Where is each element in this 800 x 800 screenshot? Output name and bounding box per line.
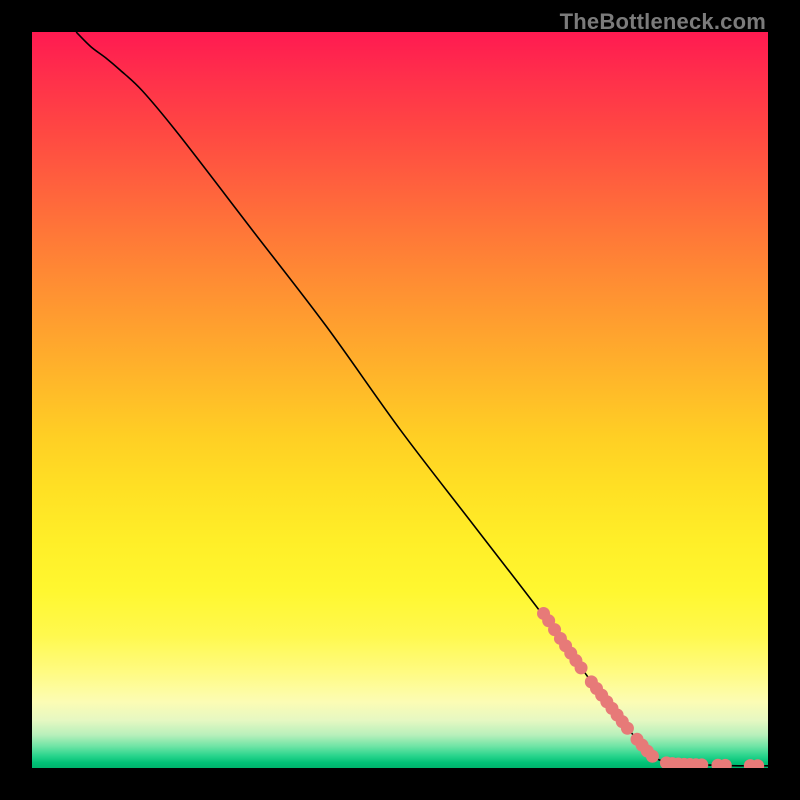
data-markers <box>537 607 764 768</box>
plot-area <box>32 32 768 768</box>
chart-frame: TheBottleneck.com <box>0 0 800 800</box>
data-marker <box>621 722 634 735</box>
data-marker <box>575 661 588 674</box>
data-marker <box>646 750 659 763</box>
trend-curve <box>76 32 768 766</box>
chart-svg <box>32 32 768 768</box>
